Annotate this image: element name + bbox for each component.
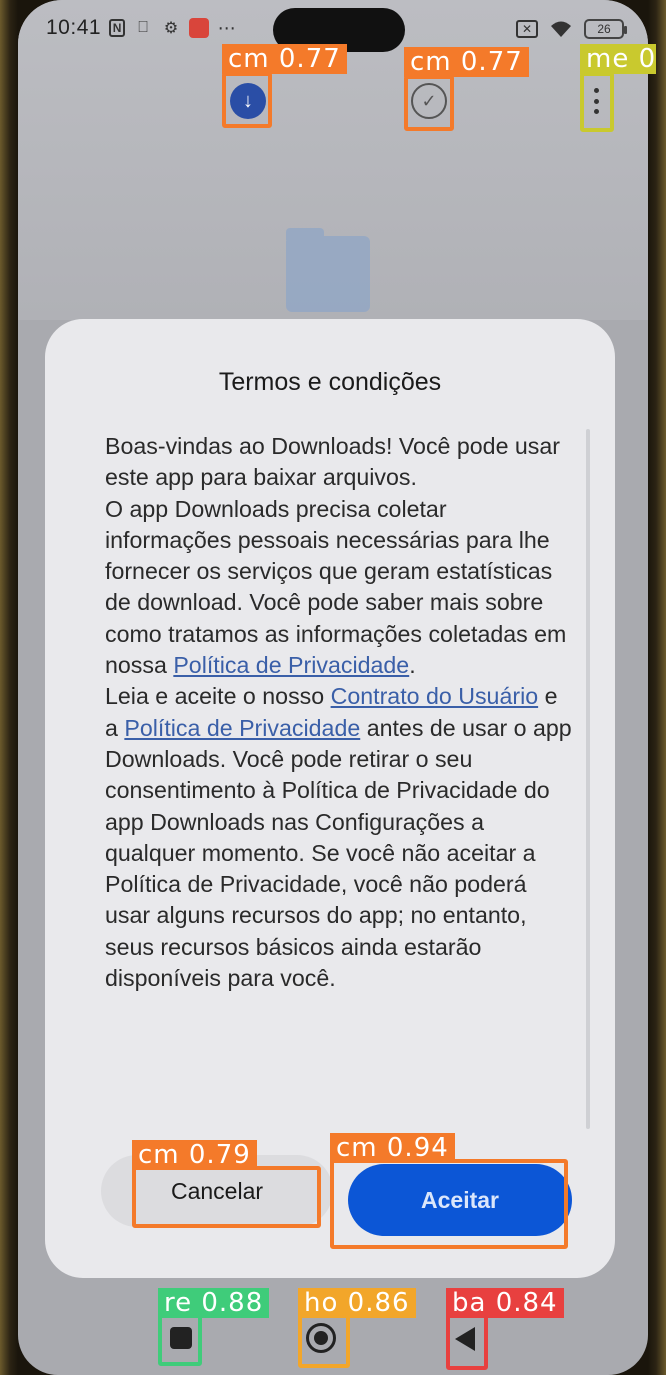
detection-label: cm 0.79 <box>132 1140 257 1170</box>
gear-icon: ⚙ <box>163 20 179 37</box>
user-agreement-link[interactable]: Contrato do Usuário <box>331 683 539 709</box>
battery-level: 26 <box>597 22 611 36</box>
status-bar-right: ✕ 26 <box>516 16 627 42</box>
folder-icon <box>286 228 370 312</box>
body-text-rest: antes de usar o app Downloads. Você pode… <box>105 714 572 992</box>
status-bar-left: 10:41 N ⎕ ⚙ ⋯ <box>46 14 237 42</box>
more-dots-icon: ⋯ <box>217 17 237 38</box>
dialog-scrollbar[interactable] <box>586 429 590 1129</box>
body-text-collection: O app Downloads precisa coletar informaç… <box>105 495 567 679</box>
detection-label: cm 0.77 <box>222 44 347 74</box>
detection-box <box>298 1314 350 1368</box>
dialog-body: Boas-vindas ao Downloads! Você pode usar… <box>105 431 575 994</box>
detection-label: cm 0.94 <box>330 1133 455 1163</box>
detection-box <box>222 72 272 128</box>
body-paragraph-2: O app Downloads precisa coletar informaç… <box>105 495 567 679</box>
wifi-icon <box>548 19 574 39</box>
battery-icon: 26 <box>584 19 627 39</box>
body-text-read: Leia e aceite o nosso <box>105 683 325 710</box>
detection-label: ho 0.86 <box>298 1288 416 1318</box>
nfc-icon: N <box>109 19 126 37</box>
body-paragraph-1: Boas-vindas ao Downloads! Você pode usar… <box>105 433 561 491</box>
detection-label: ba 0.84 <box>446 1288 564 1318</box>
sim-icon: ⎕ <box>138 19 148 36</box>
app-notification-icon <box>189 18 210 38</box>
body-paragraph-3: Leia e aceite o nosso Contrato do Usuári… <box>105 681 575 994</box>
detection-box <box>158 1314 202 1366</box>
privacy-policy-link[interactable]: Política de Privacidade <box>173 652 409 678</box>
status-time: 10:41 <box>46 16 102 39</box>
privacy-policy-link-2[interactable]: Política de Privacidade <box>124 715 360 741</box>
sim-x-icon: ✕ <box>516 20 538 38</box>
detection-box <box>404 75 454 131</box>
detection-label: me 0 <box>580 44 657 74</box>
detection-label: cm 0.77 <box>404 47 529 77</box>
detection-box <box>580 72 614 132</box>
dialog-title: Termos e condições <box>218 368 442 396</box>
detection-box <box>132 1166 321 1228</box>
detection-label: re 0.88 <box>158 1288 270 1318</box>
detection-box <box>330 1159 568 1249</box>
detection-box <box>446 1314 488 1370</box>
